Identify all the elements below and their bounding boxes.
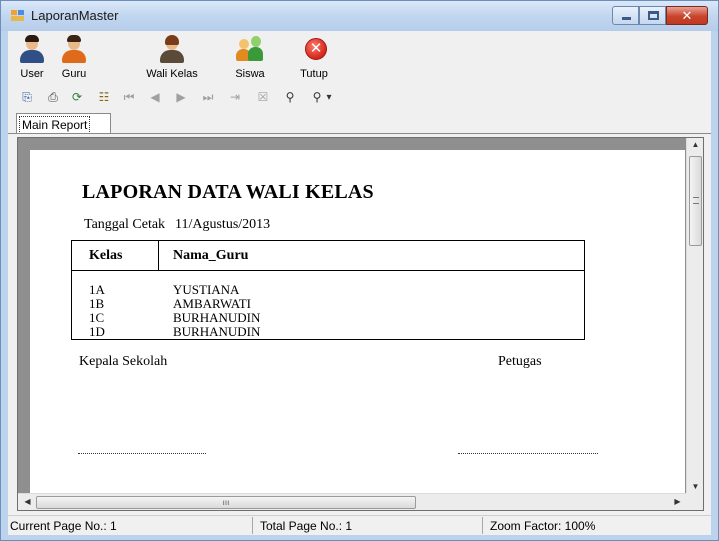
tab-main-report-label: Main Report bbox=[19, 116, 91, 134]
status-zoom-factor: Zoom Factor: 100% bbox=[490, 519, 596, 533]
guru-button[interactable]: Guru bbox=[56, 33, 92, 81]
report-title: LAPORAN DATA WALI KELAS bbox=[82, 181, 374, 203]
goto-page-icon[interactable]: ⇥ bbox=[226, 89, 244, 106]
next-page-icon[interactable]: ▶ bbox=[172, 89, 190, 106]
signature-label-officer: Petugas bbox=[498, 354, 542, 369]
client-area: User Guru Wali Kelas Siswa ✕ Tutup ⎘ ⎙ ⟳… bbox=[8, 31, 711, 535]
siswa-button[interactable]: Siswa bbox=[230, 33, 270, 81]
scrollbar-corner bbox=[686, 493, 703, 510]
close-icon: ✕ bbox=[300, 35, 328, 63]
signature-line-principal bbox=[78, 453, 206, 454]
students-icon bbox=[236, 35, 264, 63]
status-bar: Current Page No.: 1 Total Page No.: 1 Zo… bbox=[8, 515, 711, 535]
report-table: Kelas Nama_Guru 1A YUSTIANA 1B AMBARWATI… bbox=[71, 240, 585, 340]
zoom-dropdown-icon[interactable]: ▾ bbox=[324, 89, 334, 106]
teacher-icon bbox=[60, 35, 88, 63]
table-row: 1A YUSTIANA bbox=[89, 282, 240, 297]
title-bar[interactable]: LaporanMaster ✕ bbox=[1, 1, 718, 31]
table-row: 1B AMBARWATI bbox=[89, 296, 252, 311]
refresh-icon[interactable]: ⟳ bbox=[68, 89, 86, 106]
report-viewer[interactable]: LAPORAN DATA WALI KELAS Tanggal Cetak 11… bbox=[17, 137, 704, 511]
first-page-icon[interactable]: ⏮ bbox=[120, 89, 138, 106]
last-page-icon[interactable]: ⏭ bbox=[199, 89, 217, 106]
user-icon bbox=[18, 35, 46, 63]
export-icon[interactable]: ⎘ bbox=[18, 89, 36, 106]
main-toolbar: User Guru Wali Kelas Siswa ✕ Tutup bbox=[8, 31, 711, 83]
close-x-icon: ✕ bbox=[681, 8, 693, 23]
column-header-kelas: Kelas bbox=[89, 248, 123, 263]
maximize-button[interactable] bbox=[639, 6, 666, 25]
homeroom-teacher-icon bbox=[158, 35, 186, 63]
status-current-page: Current Page No.: 1 bbox=[10, 519, 117, 533]
print-date-value: 11/Agustus/2013 bbox=[175, 217, 271, 232]
table-row: 1C BURHANUDIN bbox=[89, 310, 261, 325]
signature-label-principal: Kepala Sekolah bbox=[79, 354, 168, 369]
scroll-left-icon[interactable]: ◀ bbox=[20, 497, 35, 506]
tab-main-report[interactable]: Main Report bbox=[16, 113, 111, 134]
search-icon[interactable]: ⚲ bbox=[281, 89, 299, 106]
previous-page-icon[interactable]: ◀ bbox=[146, 89, 164, 106]
window-close-button[interactable]: ✕ bbox=[666, 6, 708, 25]
report-page: LAPORAN DATA WALI KELAS Tanggal Cetak 11… bbox=[30, 150, 685, 510]
scroll-up-icon[interactable]: ▲ bbox=[688, 140, 703, 149]
app-icon bbox=[11, 10, 25, 22]
vertical-scrollbar[interactable]: ▲ ▼ bbox=[686, 138, 703, 493]
minimize-button[interactable] bbox=[612, 6, 639, 25]
scroll-down-icon[interactable]: ▼ bbox=[688, 482, 703, 491]
minimize-icon bbox=[622, 17, 631, 20]
scroll-right-icon[interactable]: ▶ bbox=[670, 497, 685, 506]
signature-line-officer bbox=[458, 453, 598, 454]
group-tree-icon[interactable]: ☷ bbox=[95, 89, 113, 106]
window-title: LaporanMaster bbox=[31, 8, 119, 23]
table-header: Kelas Nama_Guru bbox=[72, 241, 584, 271]
tutup-button[interactable]: ✕ Tutup bbox=[294, 33, 334, 81]
close-view-icon[interactable]: ☒ bbox=[254, 89, 272, 106]
column-header-nama-guru: Nama_Guru bbox=[173, 248, 249, 263]
table-row: 1D BURHANUDIN bbox=[89, 324, 261, 339]
report-window: LaporanMaster ✕ User Guru Wali Kelas Sis… bbox=[0, 0, 719, 541]
tab-divider bbox=[8, 133, 711, 134]
status-total-page: Total Page No.: 1 bbox=[260, 519, 353, 533]
horizontal-scrollbar[interactable]: ◀ ııı ▶ bbox=[18, 493, 687, 510]
vertical-scroll-thumb[interactable] bbox=[689, 156, 702, 246]
maximize-icon bbox=[648, 11, 659, 20]
print-icon[interactable]: ⎙ bbox=[44, 89, 62, 106]
report-toolbar: ⎘ ⎙ ⟳ ☷ ⏮ ◀ ▶ ⏭ ⇥ ☒ ⚲ ⚲ ▾ bbox=[8, 86, 711, 110]
horizontal-scroll-thumb[interactable]: ııı bbox=[36, 496, 416, 509]
print-date-label: Tanggal Cetak bbox=[84, 217, 166, 232]
wali-kelas-button[interactable]: Wali Kelas bbox=[140, 33, 204, 81]
user-button[interactable]: User bbox=[14, 33, 50, 81]
